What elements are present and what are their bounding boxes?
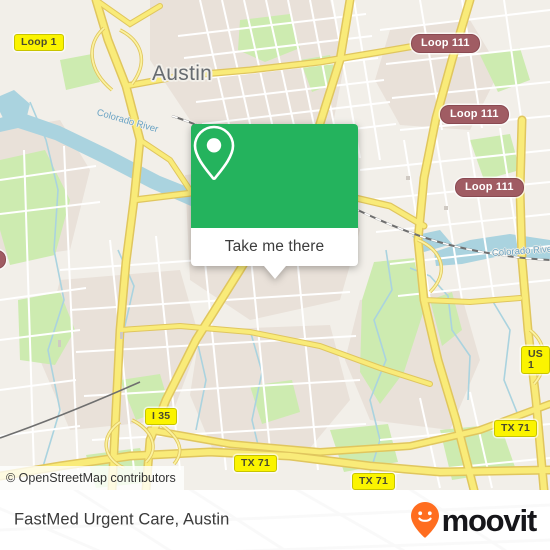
road-shield-loop-111-b[interactable]: Loop 111 [440, 105, 509, 124]
take-me-there-button[interactable]: Take me there [191, 228, 358, 266]
map-canvas[interactable]: Austin Colorado River Colorado River Loo… [0, 0, 550, 490]
moovit-logo[interactable]: moovit [410, 501, 538, 539]
footer-bar: FastMed Urgent Care, Austin moovit [0, 490, 550, 550]
callout-tail [263, 266, 286, 279]
road-shield-tx-71-b[interactable]: TX 71 [352, 473, 396, 490]
callout-pin-area [191, 124, 358, 228]
osm-attribution[interactable]: © OpenStreetMap contributors [0, 466, 184, 490]
place-callout-card[interactable]: Take me there [191, 124, 358, 279]
moovit-smiley-pin-icon [410, 502, 439, 538]
road-shield-loop-111-c[interactable]: Loop 111 [455, 178, 524, 197]
road-shield-i-35[interactable]: I 35 [145, 408, 178, 425]
road-shield-loop-1[interactable]: Loop 1 [14, 34, 64, 51]
road-shield-tx-71-c[interactable]: TX 71 [494, 420, 538, 437]
road-shield-tx-71-a[interactable]: TX 71 [234, 455, 278, 472]
road-shield-loop-111-a[interactable]: Loop 111 [411, 34, 480, 53]
road-shield-us-1[interactable]: US 1 [521, 346, 550, 374]
location-pin-icon [193, 125, 235, 181]
map-screenshot: Austin Colorado River Colorado River Loo… [0, 0, 550, 550]
take-me-there-label: Take me there [224, 238, 325, 255]
moovit-wordmark: moovit [441, 502, 538, 538]
place-title: FastMed Urgent Care, Austin [14, 510, 230, 529]
